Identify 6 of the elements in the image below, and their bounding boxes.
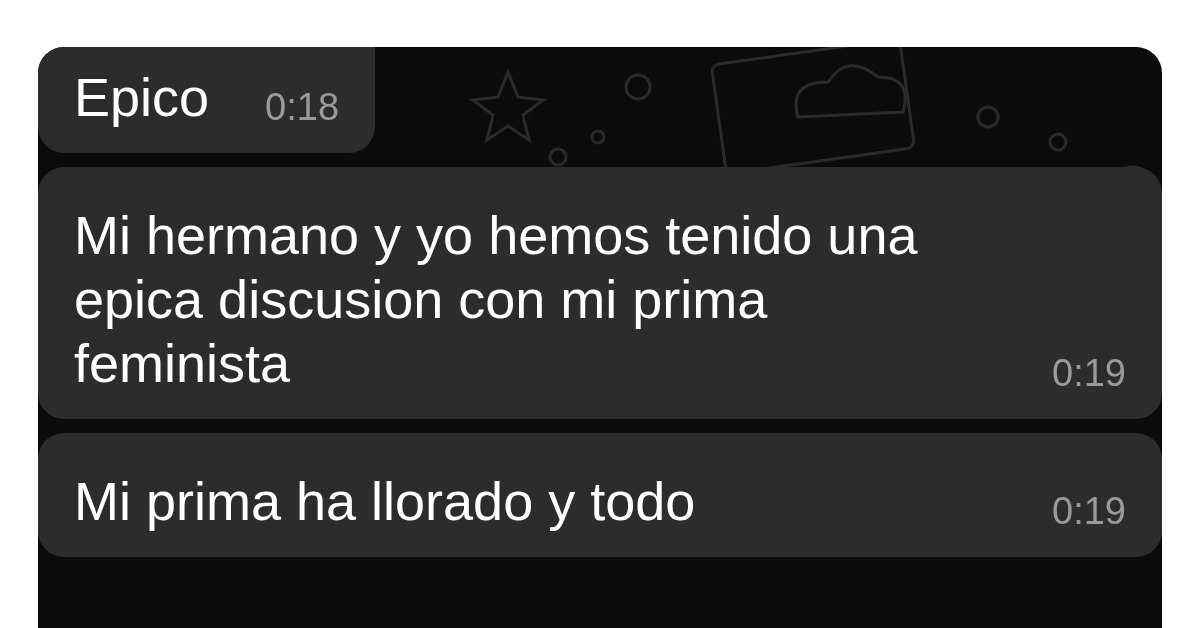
message-text: Mi hermano y yo hemos tenido una epica discusion con mi prima feminista: [74, 204, 919, 395]
message-time: 0:19: [1052, 351, 1126, 395]
message-text: Epico: [74, 66, 210, 129]
message-text: Mi prima ha llorado y todo: [74, 470, 696, 533]
message-time: 0:19: [1052, 489, 1126, 533]
message-time: 0:18: [265, 85, 340, 129]
